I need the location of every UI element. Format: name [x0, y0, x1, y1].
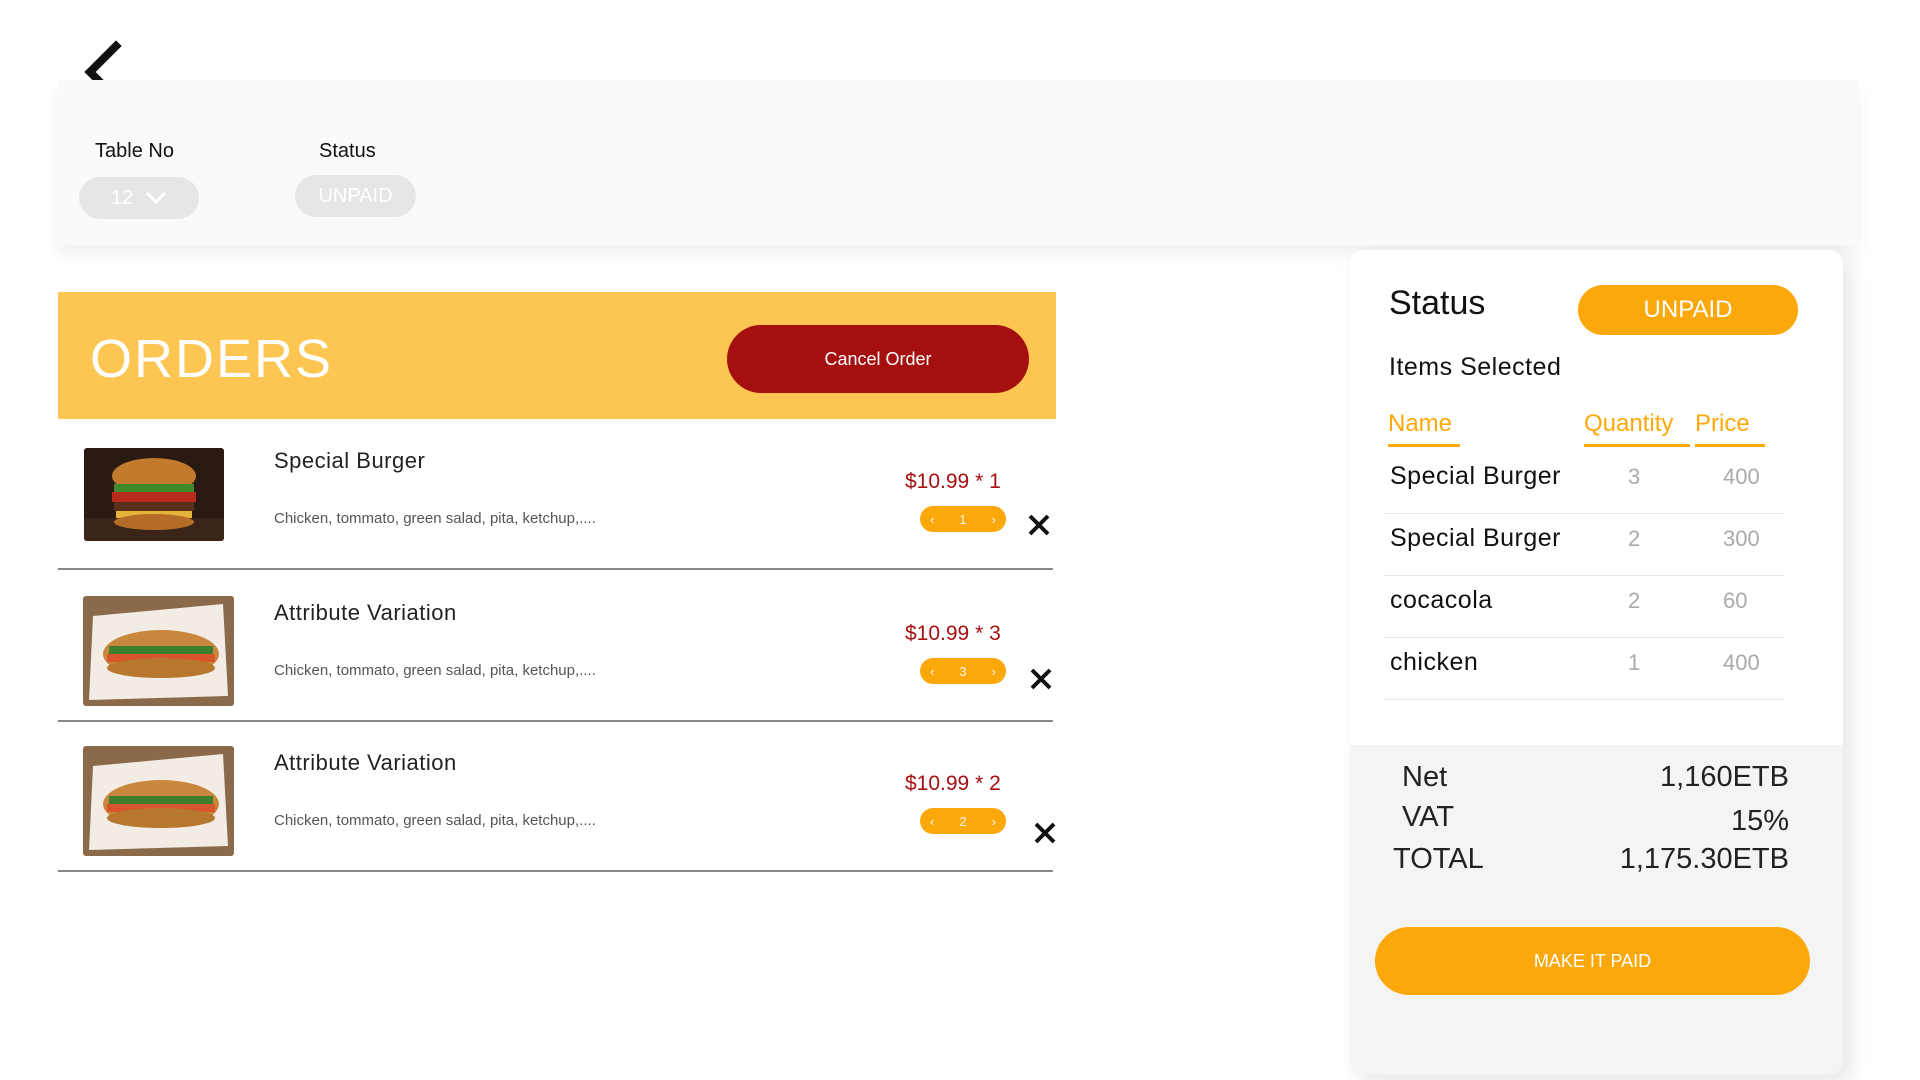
table-no-label: Table No — [95, 140, 174, 162]
order-item-name: Attribute Variation — [274, 600, 457, 625]
order-row: Attribute Variation Chicken, tommato, gr… — [58, 722, 1056, 872]
make-it-paid-button[interactable]: MAKE IT PAID — [1375, 927, 1810, 995]
status-label: Status — [319, 140, 376, 162]
column-header-price: Price — [1695, 410, 1765, 447]
quantity-stepper: ‹ 3 › — [920, 658, 1006, 684]
order-row: Attribute Variation Chicken, tommato, gr… — [58, 572, 1053, 722]
order-item-price: $10.99 * 2 — [905, 772, 1001, 795]
selected-item-row: chicken 1 400 — [1383, 638, 1785, 700]
sandwich-image — [83, 746, 234, 856]
remove-item-button[interactable] — [1032, 820, 1058, 846]
burger-image — [84, 448, 224, 541]
vat-label: VAT — [1402, 801, 1455, 833]
selected-item-price: 400 — [1723, 650, 1760, 675]
chevron-left-icon[interactable]: ‹ — [930, 512, 934, 527]
chevron-left-icon[interactable]: ‹ — [930, 664, 934, 679]
chevron-down-icon — [146, 191, 167, 205]
orders-header: ORDERS Cancel Order — [58, 292, 1056, 419]
selected-item-name: Special Burger — [1390, 524, 1561, 552]
selected-item-row: cocacola 2 60 — [1383, 576, 1785, 638]
total-label: TOTAL — [1393, 843, 1484, 875]
selected-item-quantity: 2 — [1628, 526, 1641, 551]
selected-item-quantity: 2 — [1628, 588, 1641, 613]
order-item-price: $10.99 * 3 — [905, 622, 1001, 645]
column-header-quantity: Quantity — [1584, 410, 1690, 447]
orders-title: ORDERS — [90, 329, 334, 389]
selected-item-quantity: 3 — [1628, 464, 1641, 489]
stepper-quantity: 2 — [959, 813, 967, 829]
order-row: Special Burger Chicken, tommato, green s… — [58, 420, 1053, 570]
cancel-order-button[interactable]: Cancel Order — [727, 325, 1029, 393]
selected-item-name: cocacola — [1390, 586, 1493, 614]
net-label: Net — [1402, 761, 1448, 793]
order-item-name: Attribute Variation — [274, 750, 457, 775]
status-filter-pill[interactable]: UNPAID — [295, 175, 416, 217]
close-icon — [1028, 514, 1050, 536]
selected-item-name: chicken — [1390, 648, 1479, 676]
sandwich-image — [83, 596, 234, 706]
remove-item-button[interactable] — [1028, 666, 1054, 692]
selected-item-row: Special Burger 3 400 — [1383, 452, 1785, 514]
filter-panel: Table No 12 Status UNPAID — [58, 80, 1858, 245]
table-no-value: 12 — [110, 186, 134, 209]
quantity-stepper: ‹ 2 › — [920, 808, 1006, 834]
close-icon — [1030, 668, 1052, 690]
order-item-description: Chicken, tommato, green salad, pita, ket… — [274, 510, 596, 527]
order-item-name: Special Burger — [274, 448, 426, 473]
items-selected-label: Items Selected — [1389, 353, 1562, 381]
selected-item-quantity: 1 — [1628, 650, 1641, 675]
chevron-right-icon[interactable]: › — [992, 664, 996, 679]
stepper-quantity: 1 — [959, 511, 967, 527]
order-summary-card: Status UNPAID Items Selected Name Quanti… — [1350, 250, 1843, 1075]
quantity-stepper: ‹ 1 › — [920, 506, 1006, 532]
selected-item-name: Special Burger — [1390, 462, 1561, 490]
chevron-right-icon[interactable]: › — [992, 814, 996, 829]
stepper-quantity: 3 — [959, 663, 967, 679]
vat-value: 15% — [1730, 805, 1789, 837]
order-item-description: Chicken, tommato, green salad, pita, ket… — [274, 662, 596, 679]
selected-item-price: 300 — [1723, 526, 1760, 551]
selected-item-row: Special Burger 2 300 — [1383, 514, 1785, 576]
close-icon — [1034, 822, 1056, 844]
total-value: 1,175.30ETB — [1619, 843, 1789, 875]
selected-item-price: 60 — [1723, 588, 1748, 613]
remove-item-button[interactable] — [1026, 512, 1052, 538]
order-item-description: Chicken, tommato, green salad, pita, ket… — [274, 812, 596, 829]
summary-status-badge: UNPAID — [1578, 285, 1798, 335]
table-no-select[interactable]: 12 — [79, 177, 199, 219]
chevron-right-icon[interactable]: › — [992, 512, 996, 527]
net-value: 1,160ETB — [1660, 761, 1789, 793]
chevron-left-icon[interactable]: ‹ — [930, 814, 934, 829]
order-item-price: $10.99 * 1 — [905, 470, 1001, 493]
totals-panel: Net 1,160ETB VAT 15% TOTAL 1,175.30ETB M… — [1350, 745, 1843, 1075]
column-header-name: Name — [1388, 410, 1460, 447]
summary-status-label: Status — [1389, 284, 1486, 322]
selected-item-price: 400 — [1723, 464, 1760, 489]
